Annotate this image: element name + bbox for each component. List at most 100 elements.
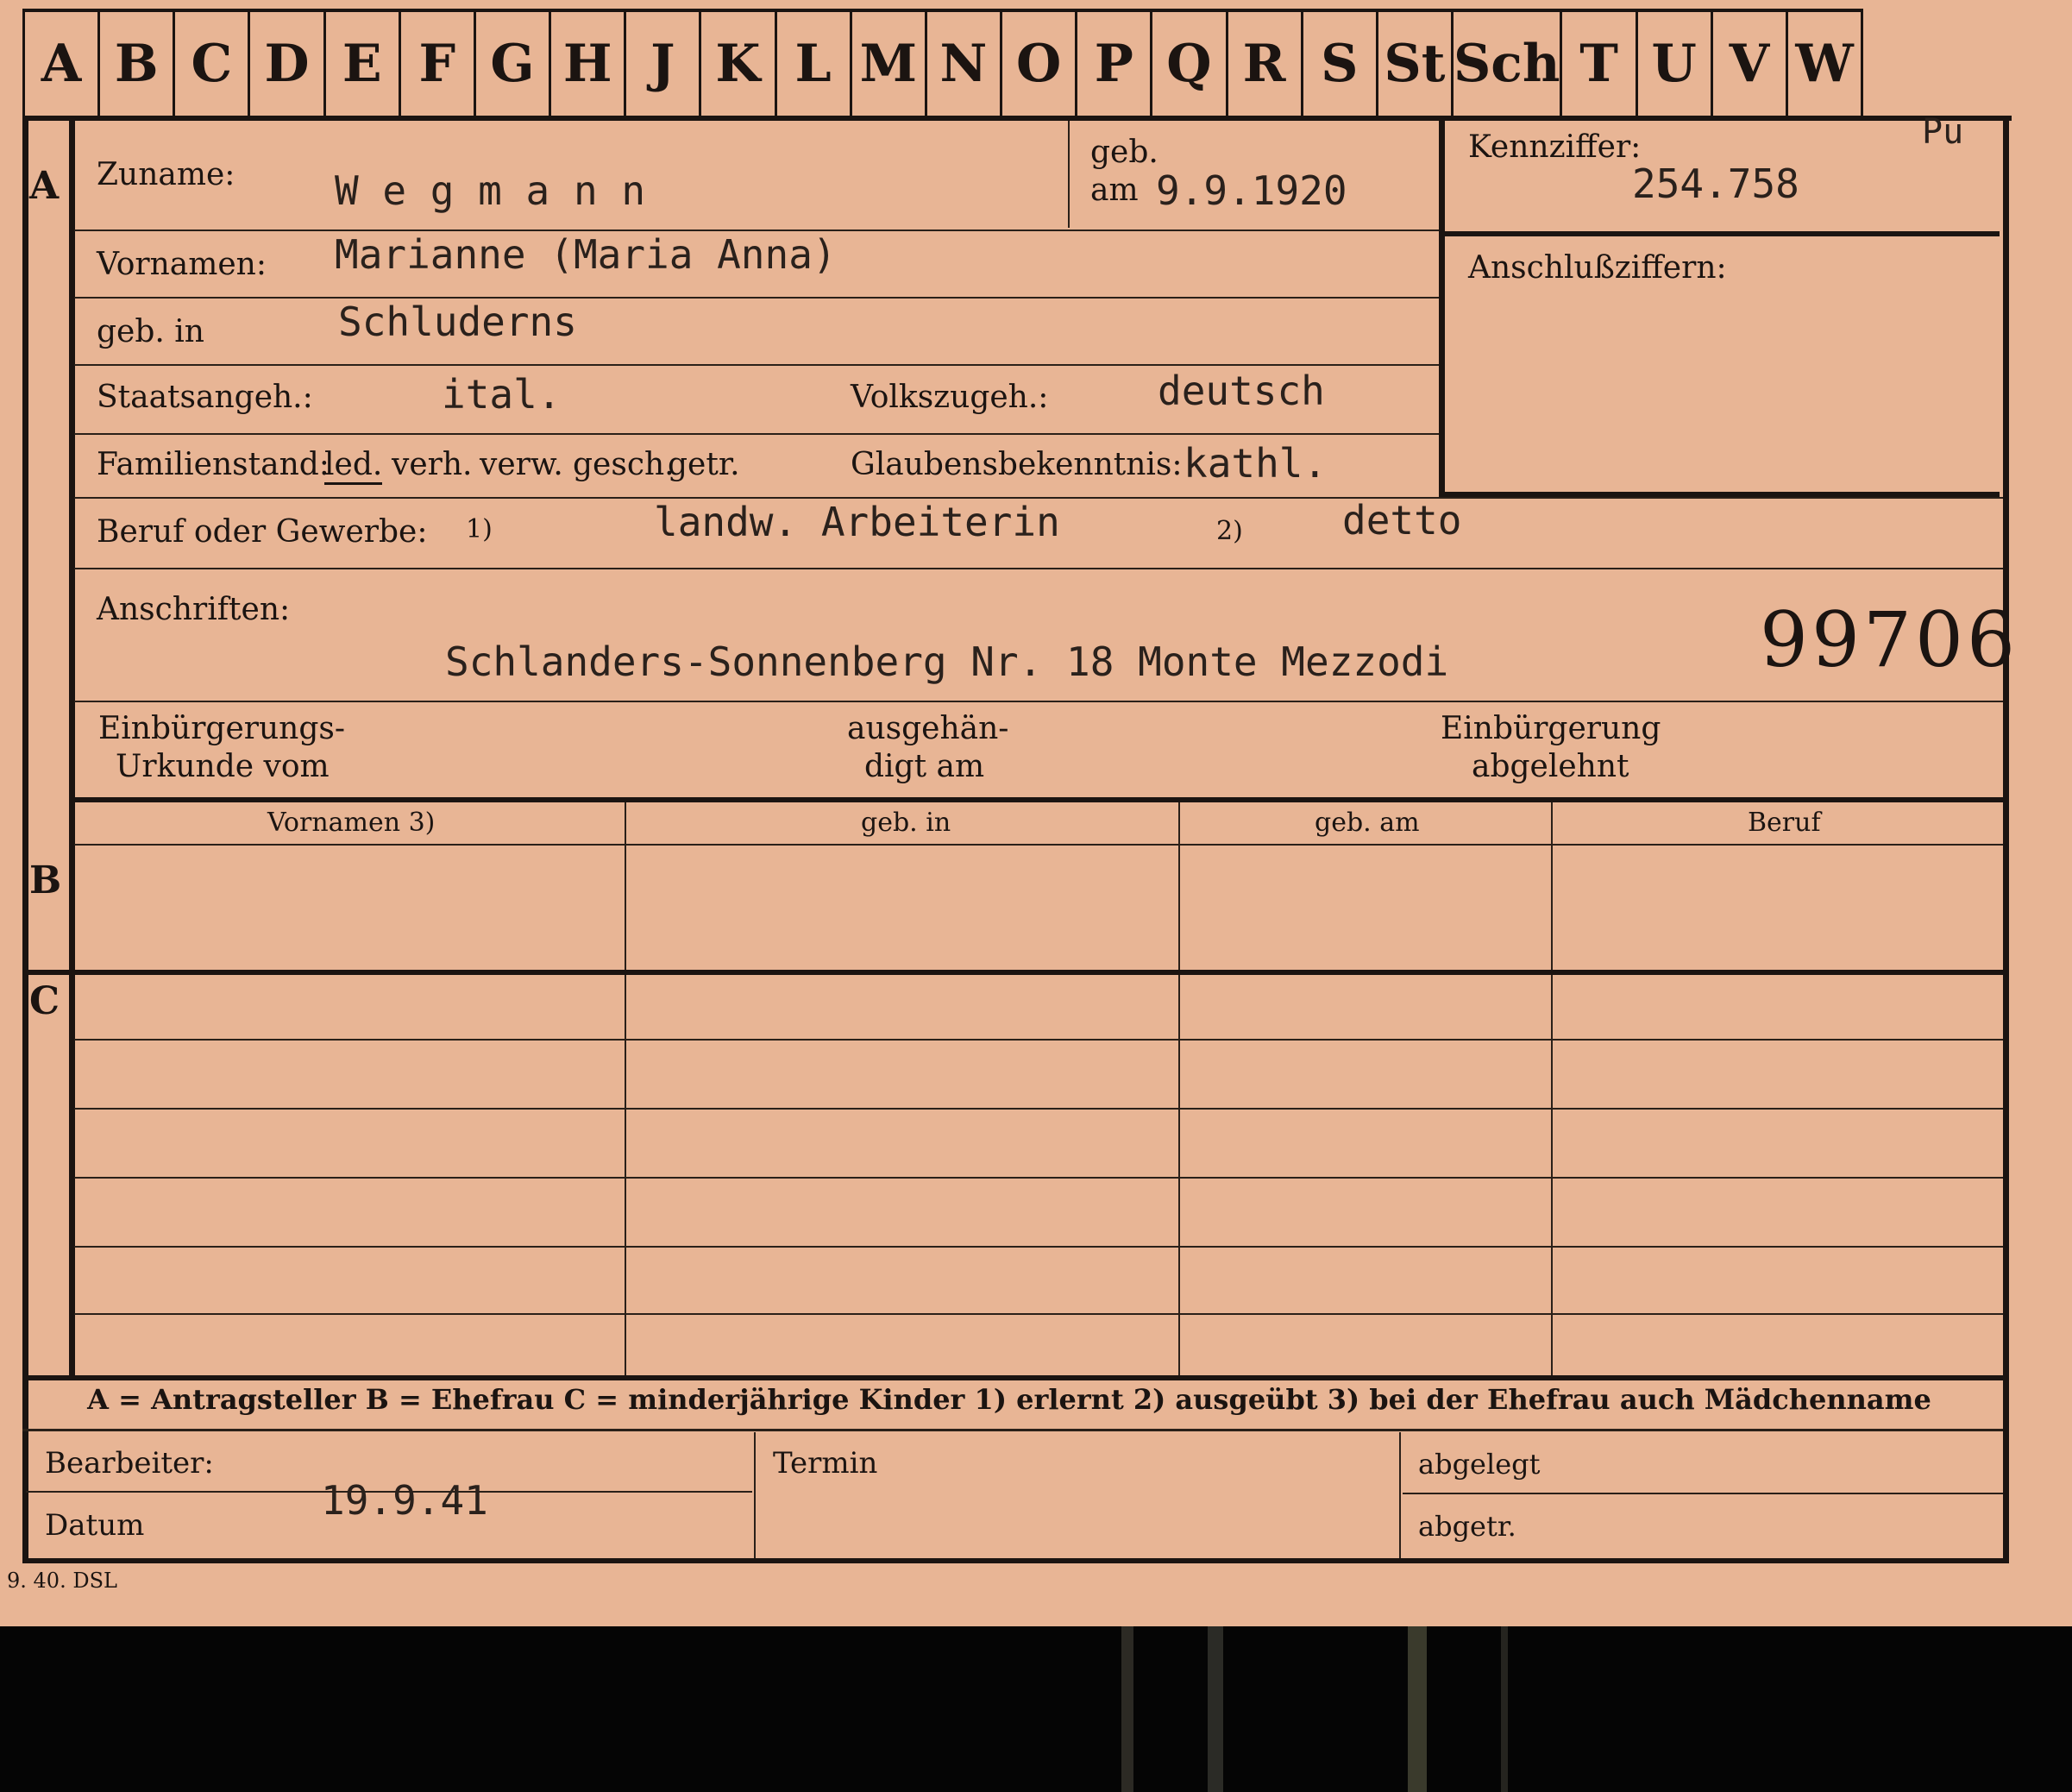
row-line [74,364,1439,366]
familienstand-option-verh: verh. [392,447,473,482]
familienstand-option-led: led. [324,447,383,485]
section-c-bottom [22,1375,2003,1380]
beruf-label: Beruf oder Gewerbe: [97,514,428,550]
table-col-line [1178,802,1180,1375]
geb-am-value: 9.9.1920 [1156,167,1347,214]
alphabet-tab: B [97,12,173,116]
alphabet-tab: L [774,12,850,116]
alphabet-tabs: A B C D E F G H J K L M N O P Q R S St Sch T U V W [22,9,1864,116]
footer-col-line [754,1432,756,1558]
alphabet-tab: N [924,12,1000,116]
bearbeiter-label: Bearbeiter: [45,1446,214,1481]
kennziffer-value: 254.758 [1632,160,1799,207]
kennziffer-box-divider [1439,231,2000,236]
section-a-label: A [29,164,60,208]
row-line [74,433,1439,435]
anschlussziffern-label: Anschlußziffern: [1468,250,1727,286]
familienstand-option-getr: getr. [668,447,740,482]
footnote-1: 1) [466,514,493,544]
geb-label: geb. [1090,135,1158,170]
scan-edge-strip [1121,1626,1133,1792]
alphabet-tab: S [1300,12,1376,116]
termin-label: Termin [773,1446,878,1481]
geb-in-label: geb. in [97,314,204,349]
footer-col-line [1399,1432,1401,1558]
alphabet-tab: W [1785,12,1864,116]
am-label: am [1090,173,1139,208]
alphabet-tab: V [1710,12,1786,116]
ausgehaen-label-1: ausgehän- [847,711,1009,746]
familienstand-label: Familienstand: [97,447,330,482]
scan-edge-strip [1208,1626,1223,1792]
staatsangeh-value: ital. [442,371,562,418]
print-code: 9. 40. DSL [7,1569,117,1593]
legend: A = Antragsteller B = Ehefrau C = minder… [87,1383,1931,1416]
alphabet-tab: T [1560,12,1635,116]
alphabet-tab: F [398,12,474,116]
alphabet-tab: P [1075,12,1150,116]
alphabet-tab: K [699,12,774,116]
frame-right [2003,116,2009,1563]
zuname-label: Zuname: [97,157,235,192]
familienstand-option-verw: verw. [480,447,563,482]
beruf-ausgeuebt-value: detto [1342,497,1462,544]
scan-edge-strip [1408,1626,1427,1792]
section-c-label: C [29,979,60,1023]
row-line [74,701,2003,702]
table-row-line [74,1108,2003,1110]
alphabet-tab: R [1225,12,1301,116]
alphabet-tab: D [248,12,323,116]
vornamen-value: Marianne (Maria Anna) [335,231,837,278]
registration-card: A B C D E F G H J K L M N O P Q R S St Sch T U V W A B C Kennzi… [0,0,2072,1626]
abgetr-label: abgetr. [1418,1510,1516,1543]
alphabet-tab: St [1375,12,1451,116]
einbuergerung-abgelehnt-label-2: abgelehnt [1472,749,1629,784]
table-header-geb-in: geb. in [861,808,951,838]
datum-label: Datum [45,1508,145,1543]
abgelegt-label: abgelegt [1418,1448,1541,1481]
alphabet-tab: H [549,12,624,116]
stamp-number: 99706 [1760,595,2019,684]
frame-left [22,116,28,1563]
frame-top [22,116,2012,121]
alphabet-tab: A [22,12,97,116]
anschrift-value: Schlanders-Sonnenberg Nr. 18 Monte Mezzo… [445,638,1449,685]
row-line [74,568,2003,569]
alphabet-tab: U [1635,12,1711,116]
frame-bottom [22,1558,2008,1563]
section-column-line [69,116,75,1375]
zuname-value: W e g m a n n [335,167,646,214]
alphabet-tab: G [473,12,549,116]
anschriften-label: Anschriften: [97,592,291,627]
alphabet-tab: Sch [1450,12,1560,116]
alphabet-tab: E [323,12,399,116]
einbuergerungs-label-2: Urkunde vom [116,749,330,784]
table-row-line [74,1177,2003,1179]
kennziffer-label: Kennziffer: [1468,129,1642,165]
pu-marker: Pu [1922,112,1964,152]
row-line [74,297,1439,299]
alphabet-tab: J [624,12,699,116]
table-row-line [74,1039,2003,1041]
table-header-beruf: Beruf [1748,808,1821,838]
vornamen-label: Vornamen: [97,247,267,282]
alphabet-tab: O [1000,12,1075,116]
volkszugeh-label: Volkszugeh.: [851,380,1049,415]
alphabet-tab: Q [1150,12,1225,116]
footer-line [1403,1493,2003,1494]
scan-edge-strip [1501,1626,1508,1792]
table-header-geb-am: geb. am [1315,808,1420,838]
familienstand-option-gesch: gesch. [573,447,675,482]
table-col-line [625,802,626,1375]
alphabet-tab: M [849,12,925,116]
kennziffer-box-left [1439,119,1445,499]
glaube-label: Glaubensbekenntnis: [851,447,1183,482]
table-col-line [1551,802,1553,1375]
einbuergerung-abgelehnt-label-1: Einbürgerung [1441,711,1661,746]
volkszugeh-value: deutsch [1158,368,1325,414]
einbuergerungs-label-1: Einbürgerungs- [98,711,346,746]
section-b-label: B [29,858,62,902]
section-b-top [69,797,2003,802]
table-row-line [74,1313,2003,1315]
section-c-top [22,970,2003,975]
